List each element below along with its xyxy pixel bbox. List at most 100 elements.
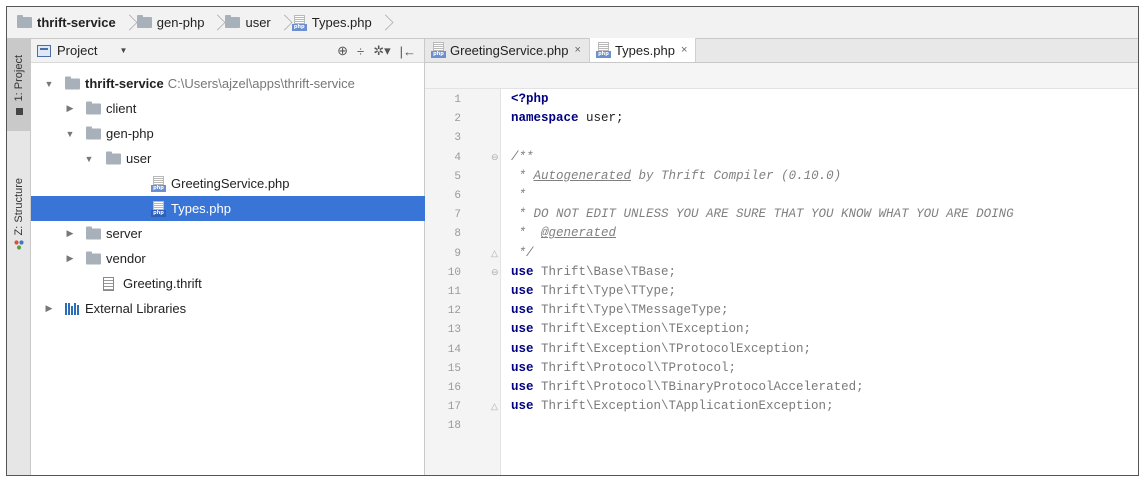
- tree-row[interactable]: ▼ user: [31, 146, 425, 171]
- fold-marker-icon[interactable]: △: [491, 401, 498, 412]
- close-icon[interactable]: ×: [681, 44, 687, 56]
- breadcrumb-item[interactable]: php Types.php: [291, 7, 372, 38]
- tree-item-name: client: [106, 101, 137, 116]
- tree-row[interactable]: ▼ thrift-service C:\Users\ajzel\apps\thrif…: [31, 71, 425, 96]
- breadcrumb-item[interactable]: gen-php: [136, 7, 204, 38]
- editor-tab-bar: php GreetingService.php × php Types.php ×: [425, 38, 1138, 63]
- php-file-icon: php: [291, 14, 307, 31]
- code-text: Thrift\Exception\TProtocolException;: [533, 341, 812, 356]
- scroll-from-source-icon[interactable]: ⊕: [337, 43, 348, 59]
- collapsed-arrow-icon[interactable]: ▶: [65, 103, 75, 114]
- tree-row[interactable]: ▶ External Libraries: [31, 296, 425, 321]
- tree-row-label: Types.php: [171, 201, 231, 216]
- tree-item-name: External Libraries: [85, 301, 187, 316]
- folder-icon: [65, 76, 80, 89]
- collapsed-arrow-icon[interactable]: ▶: [44, 303, 54, 314]
- line-number: 7: [454, 209, 461, 222]
- breadcrumb-item[interactable]: thrift-service: [17, 7, 116, 38]
- code-keyword: use: [511, 380, 534, 394]
- editor-area: php GreetingService.php × php Types.php × 1 <?…: [425, 38, 1138, 475]
- tree-item-name: vendor: [106, 251, 146, 266]
- fold-marker-icon[interactable]: ⊖: [491, 267, 499, 278]
- folder-icon: [17, 15, 32, 28]
- code-line: use Thrift\Base\TBase;: [511, 265, 676, 279]
- line-number: 17: [447, 401, 461, 414]
- code-text: Thrift\Type\TType;: [533, 284, 677, 298]
- tree-row[interactable]: php GreetingService.php: [31, 171, 425, 196]
- code-line: use Thrift\Protocol\TProtocol;: [511, 361, 736, 375]
- breadcrumb-item-label: user: [245, 15, 271, 30]
- editor-tab-label: GreetingService.php: [450, 42, 569, 58]
- code-keyword: <?php: [511, 92, 549, 106]
- code-keyword: use: [511, 341, 534, 356]
- code-line: use Thrift\Type\TType;: [511, 284, 676, 298]
- code-keyword: use: [511, 284, 534, 298]
- line-number: 8: [454, 228, 461, 241]
- code-view[interactable]: 1 <?php 2 namespace user; 3 4 ⊖ /** 5 * Autogene…: [425, 89, 1138, 475]
- settings-gear-icon[interactable]: ✲▾: [373, 43, 390, 59]
- tree-item-name: GreetingService.php: [171, 176, 290, 191]
- expanded-arrow-icon[interactable]: ▼: [44, 79, 54, 89]
- line-number: 9: [454, 247, 461, 260]
- code-line: use Thrift\Exception\TProtocolException;: [511, 342, 811, 356]
- code-comment: @generated: [541, 226, 617, 241]
- code-comment: */: [511, 245, 534, 260]
- line-number: 13: [447, 324, 461, 337]
- tree-row[interactable]: ▶ vendor: [31, 246, 425, 271]
- tree-row[interactable]: ▶ client: [31, 96, 425, 121]
- expanded-arrow-icon[interactable]: ▼: [65, 129, 75, 139]
- fold-marker-icon[interactable]: ⊖: [491, 152, 499, 163]
- tree-row[interactable]: ▼ gen-php: [31, 121, 425, 146]
- close-icon[interactable]: ×: [575, 44, 581, 56]
- folder-icon: [86, 226, 101, 239]
- libraries-icon: [65, 302, 79, 315]
- editor-subbar: [425, 63, 1138, 89]
- chevron-down-icon[interactable]: ▼: [119, 46, 127, 55]
- breadcrumb-separator-icon: [378, 12, 388, 34]
- tool-window-strip: 1: Project Z: Structure: [7, 39, 31, 475]
- code-line: * @generated: [511, 226, 617, 241]
- hide-panel-icon[interactable]: |←: [400, 44, 416, 59]
- code-keyword: use: [511, 264, 534, 279]
- tree-row[interactable]: ▶ server: [31, 221, 425, 246]
- collapsed-arrow-icon[interactable]: ▶: [65, 228, 75, 239]
- tree-row[interactable]: php Types.php: [31, 196, 425, 221]
- project-view-selector[interactable]: Project: [57, 43, 97, 58]
- collapse-all-icon[interactable]: ÷: [357, 44, 364, 59]
- project-tool-icon: [15, 107, 23, 115]
- editor-tab-label: Types.php: [614, 42, 675, 58]
- php-file-icon: php: [151, 200, 166, 217]
- code-keyword: use: [511, 303, 534, 318]
- collapsed-arrow-icon[interactable]: ▶: [65, 253, 75, 264]
- tree-item-path: C:\Users\ajzel\apps\thrift-service: [167, 76, 355, 91]
- tree-row[interactable]: Greeting.thrift: [31, 271, 425, 296]
- line-number: 15: [447, 362, 461, 375]
- expanded-arrow-icon[interactable]: ▼: [84, 154, 94, 164]
- code-text: Thrift\Protocol\TProtocol;: [533, 360, 737, 375]
- editor-tab[interactable]: php GreetingService.php ×: [425, 38, 590, 62]
- code-keyword: use: [511, 399, 534, 414]
- tree-item-name: gen-php: [106, 126, 154, 141]
- code-text: Thrift\Exception\TException;: [533, 322, 752, 337]
- editor-tab[interactable]: php Types.php ×: [589, 38, 697, 62]
- project-tool-tab[interactable]: 1: Project: [7, 39, 31, 131]
- tree-row-label: GreetingService.php: [171, 176, 290, 191]
- code-line: * Autogenerated by Thrift Compiler (0.10…: [511, 168, 842, 183]
- tree-row-label: thrift-service C:\Users\ajzel\apps\thrift…: [85, 76, 355, 91]
- code-comment: *: [511, 168, 534, 183]
- code-line: <?php: [511, 92, 549, 106]
- php-file-icon: php: [595, 42, 611, 58]
- breadcrumb-item-label: thrift-service: [37, 15, 116, 30]
- line-number: 1: [454, 94, 461, 106]
- project-panel-toolbar: ⊕ ÷ ✲▾ |←: [337, 41, 416, 61]
- line-number: 11: [447, 286, 461, 298]
- structure-tool-tab[interactable]: Z: Structure: [7, 139, 31, 289]
- folder-icon: [106, 151, 121, 164]
- tree-row-label: vendor: [106, 251, 146, 266]
- code-line: use Thrift\Exception\TException;: [511, 322, 751, 336]
- tree-row-label: server: [106, 226, 142, 241]
- breadcrumb-item[interactable]: user: [225, 7, 271, 38]
- code-line: use Thrift\Protocol\TBinaryProtocolAccel…: [511, 380, 864, 394]
- code-line: namespace user;: [511, 111, 624, 125]
- fold-marker-icon[interactable]: △: [491, 248, 498, 259]
